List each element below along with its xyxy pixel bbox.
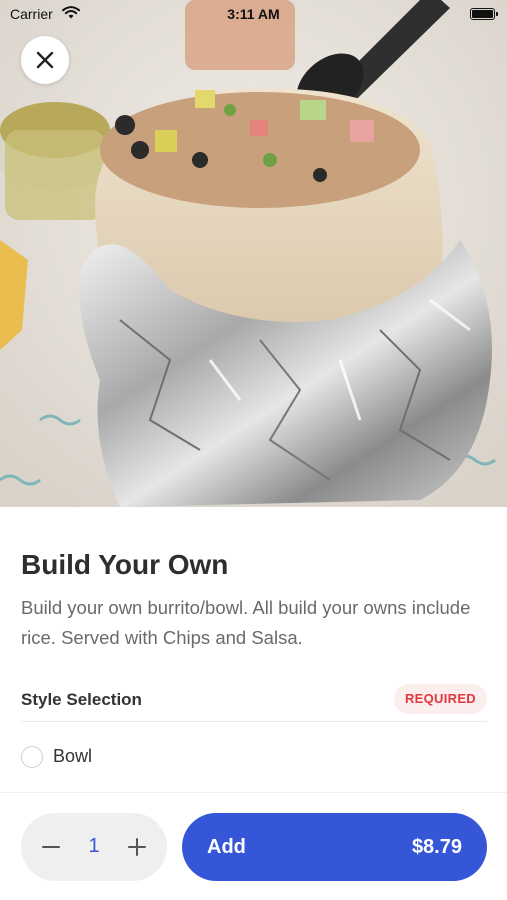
item-title: Build Your Own [21, 549, 229, 580]
section-title: Style Selection [21, 690, 142, 709]
style-selection-header: Style Selection REQUIRED [21, 684, 487, 722]
quantity-stepper: 1 [21, 813, 167, 881]
hero-image [0, 0, 507, 507]
burrito-photo [0, 0, 507, 507]
close-icon [36, 51, 54, 69]
option-bowl[interactable]: Bowl [21, 744, 487, 770]
status-bar: Carrier 3:11 AM [0, 0, 507, 30]
option-label: Bowl [53, 746, 93, 766]
close-button[interactable] [21, 36, 69, 84]
battery-icon [470, 8, 498, 20]
add-price: $8.79 [411, 836, 462, 858]
bottom-bar: 1 Add $8.79 [0, 792, 507, 900]
radio-button[interactable] [21, 746, 43, 768]
increase-quantity-button[interactable] [109, 813, 165, 881]
status-time: 3:11 AM [227, 6, 280, 22]
item-description: Build your own burrito/bowl. All build y… [21, 597, 471, 648]
add-label: Add [207, 836, 246, 858]
plus-icon [128, 838, 146, 856]
required-badge: REQUIRED [393, 684, 487, 714]
add-to-cart-button[interactable]: Add $8.79 [182, 813, 487, 881]
